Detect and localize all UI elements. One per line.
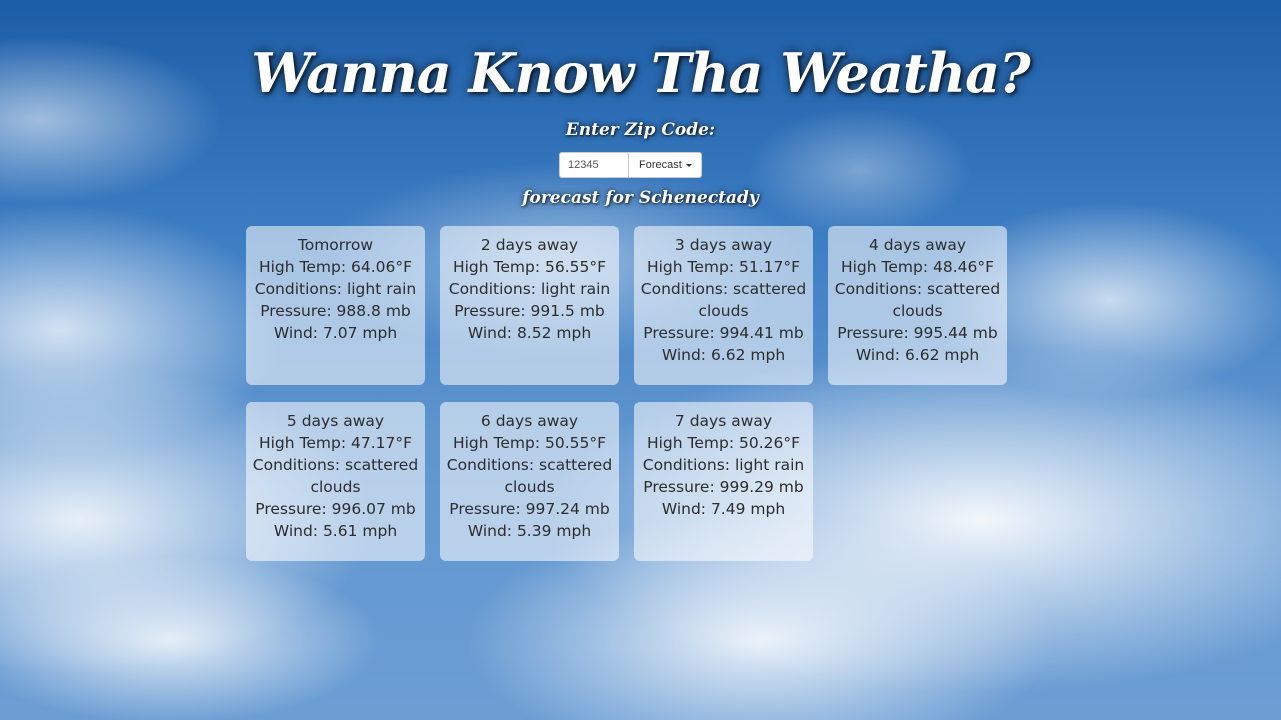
zip-search-group: Forecast xyxy=(559,152,702,178)
wind: Wind: 6.62 mph xyxy=(661,346,786,364)
forecast-card-day-7: 7 days away High Temp: 50.26°F Condition… xyxy=(634,402,813,561)
forecast-grid: Tomorrow High Temp: 64.06°F Conditions: … xyxy=(246,226,1008,561)
page-header: Wanna Know Tha Weatha? xyxy=(0,38,1281,108)
conditions: Conditions: scattered clouds xyxy=(446,456,613,496)
high-temp: High Temp: 64.06°F xyxy=(258,258,413,276)
day-label: 2 days away xyxy=(480,236,579,254)
caret-down-icon xyxy=(685,163,692,167)
high-temp: High Temp: 50.55°F xyxy=(452,434,607,452)
forecast-card-day-3: 3 days away High Temp: 51.17°F Condition… xyxy=(634,226,813,385)
zip-code-input[interactable] xyxy=(559,152,628,178)
forecast-card-day-1: Tomorrow High Temp: 64.06°F Conditions: … xyxy=(246,226,425,385)
conditions: Conditions: scattered clouds xyxy=(252,456,419,496)
pressure: Pressure: 991.5 mb xyxy=(454,302,605,320)
zip-code-label: Enter Zip Code: xyxy=(565,120,716,140)
forecast-button-label: Forecast xyxy=(639,159,682,171)
wind: Wind: 5.61 mph xyxy=(273,522,398,540)
pressure: Pressure: 988.8 mb xyxy=(260,302,411,320)
pressure: Pressure: 999.29 mb xyxy=(643,478,804,496)
pressure: Pressure: 995.44 mb xyxy=(837,324,998,342)
high-temp: High Temp: 56.55°F xyxy=(452,258,607,276)
forecast-card-day-6: 6 days away High Temp: 50.55°F Condition… xyxy=(440,402,619,561)
day-label: 6 days away xyxy=(480,412,579,430)
forecast-dropdown-button[interactable]: Forecast xyxy=(628,152,702,178)
forecast-location-heading: forecast for Schenectady xyxy=(522,188,759,208)
wind: Wind: 8.52 mph xyxy=(467,324,592,342)
conditions: Conditions: scattered clouds xyxy=(834,280,1001,320)
day-label: 3 days away xyxy=(674,236,773,254)
day-label: 4 days away xyxy=(868,236,967,254)
wind: Wind: 5.39 mph xyxy=(467,522,592,540)
forecast-card-day-2: 2 days away High Temp: 56.55°F Condition… xyxy=(440,226,619,385)
forecast-card-day-5: 5 days away High Temp: 47.17°F Condition… xyxy=(246,402,425,561)
day-label: 5 days away xyxy=(286,412,385,430)
conditions: Conditions: light rain xyxy=(254,280,417,298)
high-temp: High Temp: 48.46°F xyxy=(840,258,995,276)
conditions: Conditions: light rain xyxy=(642,456,805,474)
high-temp: High Temp: 47.17°F xyxy=(258,434,413,452)
conditions: Conditions: scattered clouds xyxy=(640,280,807,320)
day-label: 7 days away xyxy=(674,412,773,430)
high-temp: High Temp: 51.17°F xyxy=(646,258,801,276)
pressure: Pressure: 994.41 mb xyxy=(643,324,804,342)
wind: Wind: 7.07 mph xyxy=(273,324,398,342)
wind: Wind: 7.49 mph xyxy=(661,500,786,518)
page-title: Wanna Know Tha Weatha? xyxy=(251,41,1030,105)
high-temp: High Temp: 50.26°F xyxy=(646,434,801,452)
wind: Wind: 6.62 mph xyxy=(855,346,980,364)
conditions: Conditions: light rain xyxy=(448,280,611,298)
forecast-card-day-4: 4 days away High Temp: 48.46°F Condition… xyxy=(828,226,1007,385)
pressure: Pressure: 996.07 mb xyxy=(255,500,416,518)
pressure: Pressure: 997.24 mb xyxy=(449,500,610,518)
day-label: Tomorrow xyxy=(297,236,374,254)
